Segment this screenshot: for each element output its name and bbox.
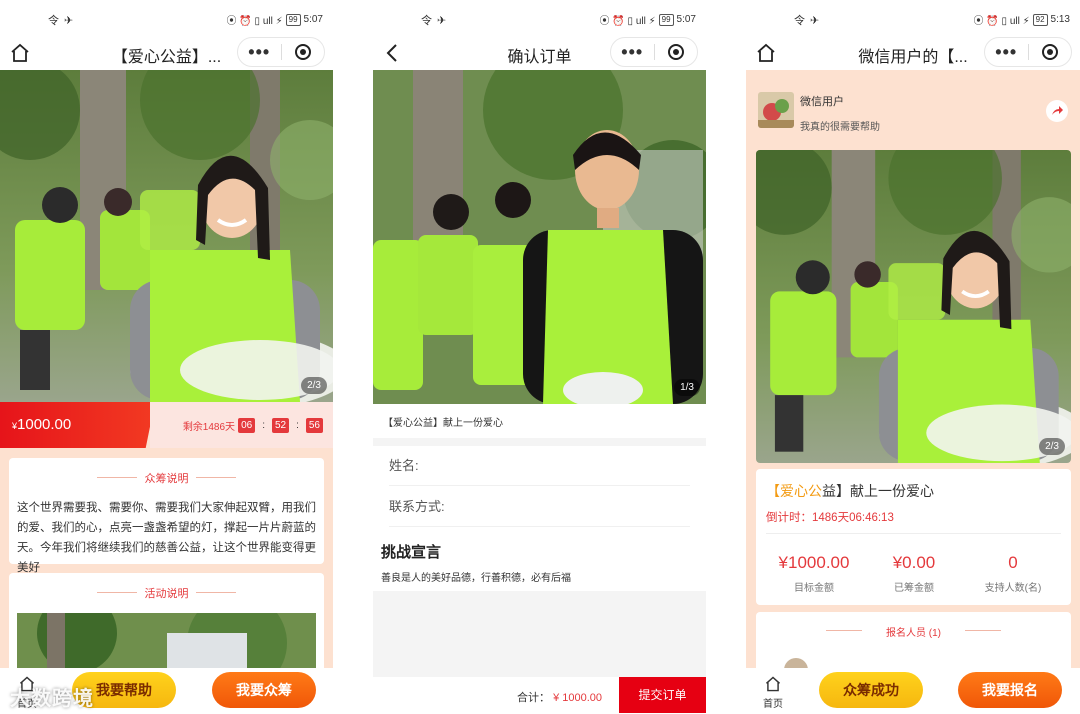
- status-bar: 令 ✈ ⦿ ⏰ ▯ ull ⚡ 99 5:07: [0, 0, 333, 36]
- stat-value: ¥0.00: [892, 553, 936, 572]
- crowdfunding-description-card: 众筹说明 这个世界需要我、需要你、需要我们大家伸起双臂，用我们的爱、我们的心，点…: [9, 458, 324, 574]
- order-bottom-bar: 合计： ¥ 1000.00 提交订单: [373, 677, 706, 714]
- mini-program-capsule: •••: [984, 37, 1072, 67]
- activity-description-card: 活动说明: [9, 573, 324, 683]
- volunteer-photo-woman[interactable]: 2/3: [0, 70, 333, 402]
- mini-program-capsule: •••: [237, 37, 325, 67]
- countdown-seconds: 56: [305, 417, 323, 433]
- status-icons: ⦿ ⏰ ▯ ull ⚡: [973, 16, 1030, 27]
- contact-field: 联系方式:: [389, 487, 690, 527]
- start-crowdfunding-button[interactable]: 我要众筹: [212, 672, 316, 708]
- clock: 5:13: [1050, 14, 1070, 25]
- declaration-textarea[interactable]: [373, 591, 706, 677]
- tab-home[interactable]: 首页: [758, 676, 788, 710]
- watermark-logo: 大数跨境: [10, 688, 94, 710]
- countdown-separator: :: [262, 419, 265, 431]
- signal-icons: 令 ✈: [421, 15, 448, 27]
- stat-label: 支持人数(名): [984, 583, 1042, 594]
- status-right: ⦿ ⏰ ▯ ull ⚡ 99 5:07: [600, 12, 696, 27]
- status-bar: 令 ✈ ⦿ ⏰ ▯ ull ⚡ 92 5:13: [746, 0, 1080, 36]
- contact-label: 联系方式:: [389, 499, 445, 514]
- stat-label: 目标金额: [794, 583, 834, 594]
- name-label: 姓名:: [389, 458, 419, 473]
- section-title: 众筹说明: [9, 470, 324, 486]
- countdown: 剩余1486天 06 : 52 : 56: [150, 402, 333, 448]
- user-name: 微信用户: [800, 96, 844, 108]
- user-row: 微信用户 我真的很需要帮助: [746, 70, 1080, 148]
- stat-target: ¥1000.00 目标金额: [764, 553, 864, 594]
- user-slogan: 我真的很需要帮助: [800, 122, 880, 133]
- challenge-title: 挑战宣言: [381, 544, 442, 561]
- image-counter: 2/3: [1039, 438, 1065, 455]
- status-icons: ⦿ ⏰ ▯ ull ⚡: [599, 16, 656, 27]
- battery-icon: 99: [658, 13, 674, 26]
- section-title: 活动说明: [9, 585, 324, 601]
- close-mini-program-icon[interactable]: [655, 44, 698, 60]
- description-text: 这个世界需要我、需要你、需要我们大家伸起双臂，用我们的爱、我们的心，点亮一盏盏希…: [17, 502, 316, 574]
- status-icons: ⦿ ⏰ ▯ ull ⚡: [226, 16, 283, 27]
- phone-screen-user-campaign: 令 ✈ ⦿ ⏰ ▯ ull ⚡ 92 5:13 微信用户的【... ••• 微信…: [746, 0, 1080, 714]
- order-total: 合计： ¥ 1000.00: [517, 689, 602, 705]
- price-countdown-bar: ¥1000.00 剩余1486天 06 : 52 : 56: [0, 402, 333, 448]
- participants-title: 报名人员 (1): [756, 624, 1071, 639]
- remain-label: 剩余1486天: [182, 421, 236, 433]
- battery-icon: 99: [285, 13, 301, 26]
- more-icon[interactable]: •••: [611, 42, 654, 62]
- more-icon[interactable]: •••: [238, 42, 281, 62]
- more-icon[interactable]: •••: [985, 42, 1028, 62]
- countdown-hours: 06: [238, 417, 256, 433]
- status-right: ⦿ ⏰ ▯ ull ⚡ 92 5:13: [974, 12, 1070, 27]
- mini-program-capsule: •••: [610, 37, 698, 67]
- name-input[interactable]: [422, 458, 593, 473]
- crowdfunding-success-button[interactable]: 众筹成功: [819, 672, 923, 708]
- stat-raised: ¥0.00 已筹金额: [864, 553, 964, 594]
- countdown-text: 倒计时：1486天06:46:13: [766, 512, 894, 524]
- avatar[interactable]: [758, 92, 794, 128]
- home-icon: [765, 676, 781, 692]
- price-value: 1000.00: [17, 416, 72, 433]
- campaign-title: 【爱心公益】献上一份爱心: [766, 483, 934, 499]
- clock: 5:07: [676, 14, 696, 25]
- bottom-action-bar: 首页 众筹成功 我要报名: [746, 668, 1080, 714]
- close-mini-program-icon[interactable]: [282, 44, 325, 60]
- participants-card: 报名人员 (1): [756, 612, 1071, 672]
- stat-value: 0: [1008, 553, 1018, 572]
- section-gap: [373, 438, 706, 446]
- price-panel: ¥1000.00: [0, 402, 155, 448]
- image-counter: 2/3: [301, 377, 327, 394]
- nav-bar: 微信用户的【... •••: [746, 36, 1080, 70]
- sign-up-button[interactable]: 我要报名: [958, 672, 1062, 708]
- close-mini-program-icon[interactable]: [1029, 44, 1072, 60]
- volunteer-photo-woman[interactable]: 2/3: [756, 150, 1071, 463]
- signal-icons: 令 ✈: [794, 15, 821, 27]
- signal-icons: 令 ✈: [48, 15, 75, 27]
- total-value: ¥ 1000.00: [553, 692, 602, 704]
- nav-bar: 【爱心公益】... •••: [0, 36, 333, 70]
- status-right: ⦿ ⏰ ▯ ull ⚡ 99 5:07: [227, 12, 323, 27]
- phone-screen-confirm-order: 令 ✈ ⦿ ⏰ ▯ ull ⚡ 99 5:07 确认订单 ••• 1/3 【爱心…: [373, 0, 706, 714]
- status-bar: 令 ✈ ⦿ ⏰ ▯ ull ⚡ 99 5:07: [373, 0, 706, 36]
- countdown-separator: :: [296, 419, 299, 431]
- stat-value: ¥1000.00: [778, 553, 850, 572]
- battery-icon: 92: [1032, 13, 1048, 26]
- total-label: 合计：: [517, 692, 550, 704]
- stat-supporters: 0 支持人数(名): [963, 553, 1063, 594]
- submit-order-button[interactable]: 提交订单: [619, 677, 706, 713]
- stat-label: 已筹金额: [894, 583, 934, 594]
- campaign-info-card: 【爱心公益】献上一份爱心 倒计时：1486天06:46:13 ¥1000.00 …: [756, 469, 1071, 605]
- tab-home-label: 首页: [763, 699, 783, 710]
- volunteer-photo-man[interactable]: 1/3: [373, 70, 706, 404]
- share-icon[interactable]: [1046, 100, 1068, 122]
- contact-input[interactable]: [448, 499, 619, 514]
- image-counter: 1/3: [674, 379, 700, 396]
- clock: 5:07: [303, 14, 323, 25]
- countdown-minutes: 52: [271, 417, 290, 433]
- product-caption: 【爱心公益】献上一份爱心: [383, 418, 503, 429]
- nav-bar: 确认订单 •••: [373, 36, 706, 70]
- phone-screen-campaign: 令 ✈ ⦿ ⏰ ▯ ull ⚡ 99 5:07 【爱心公益】... ••• 2/…: [0, 0, 333, 714]
- challenge-desc: 善良是人的美好品德，行善积德，必有后福: [381, 573, 571, 584]
- name-field: 姓名:: [389, 446, 690, 486]
- divider: [766, 533, 1061, 534]
